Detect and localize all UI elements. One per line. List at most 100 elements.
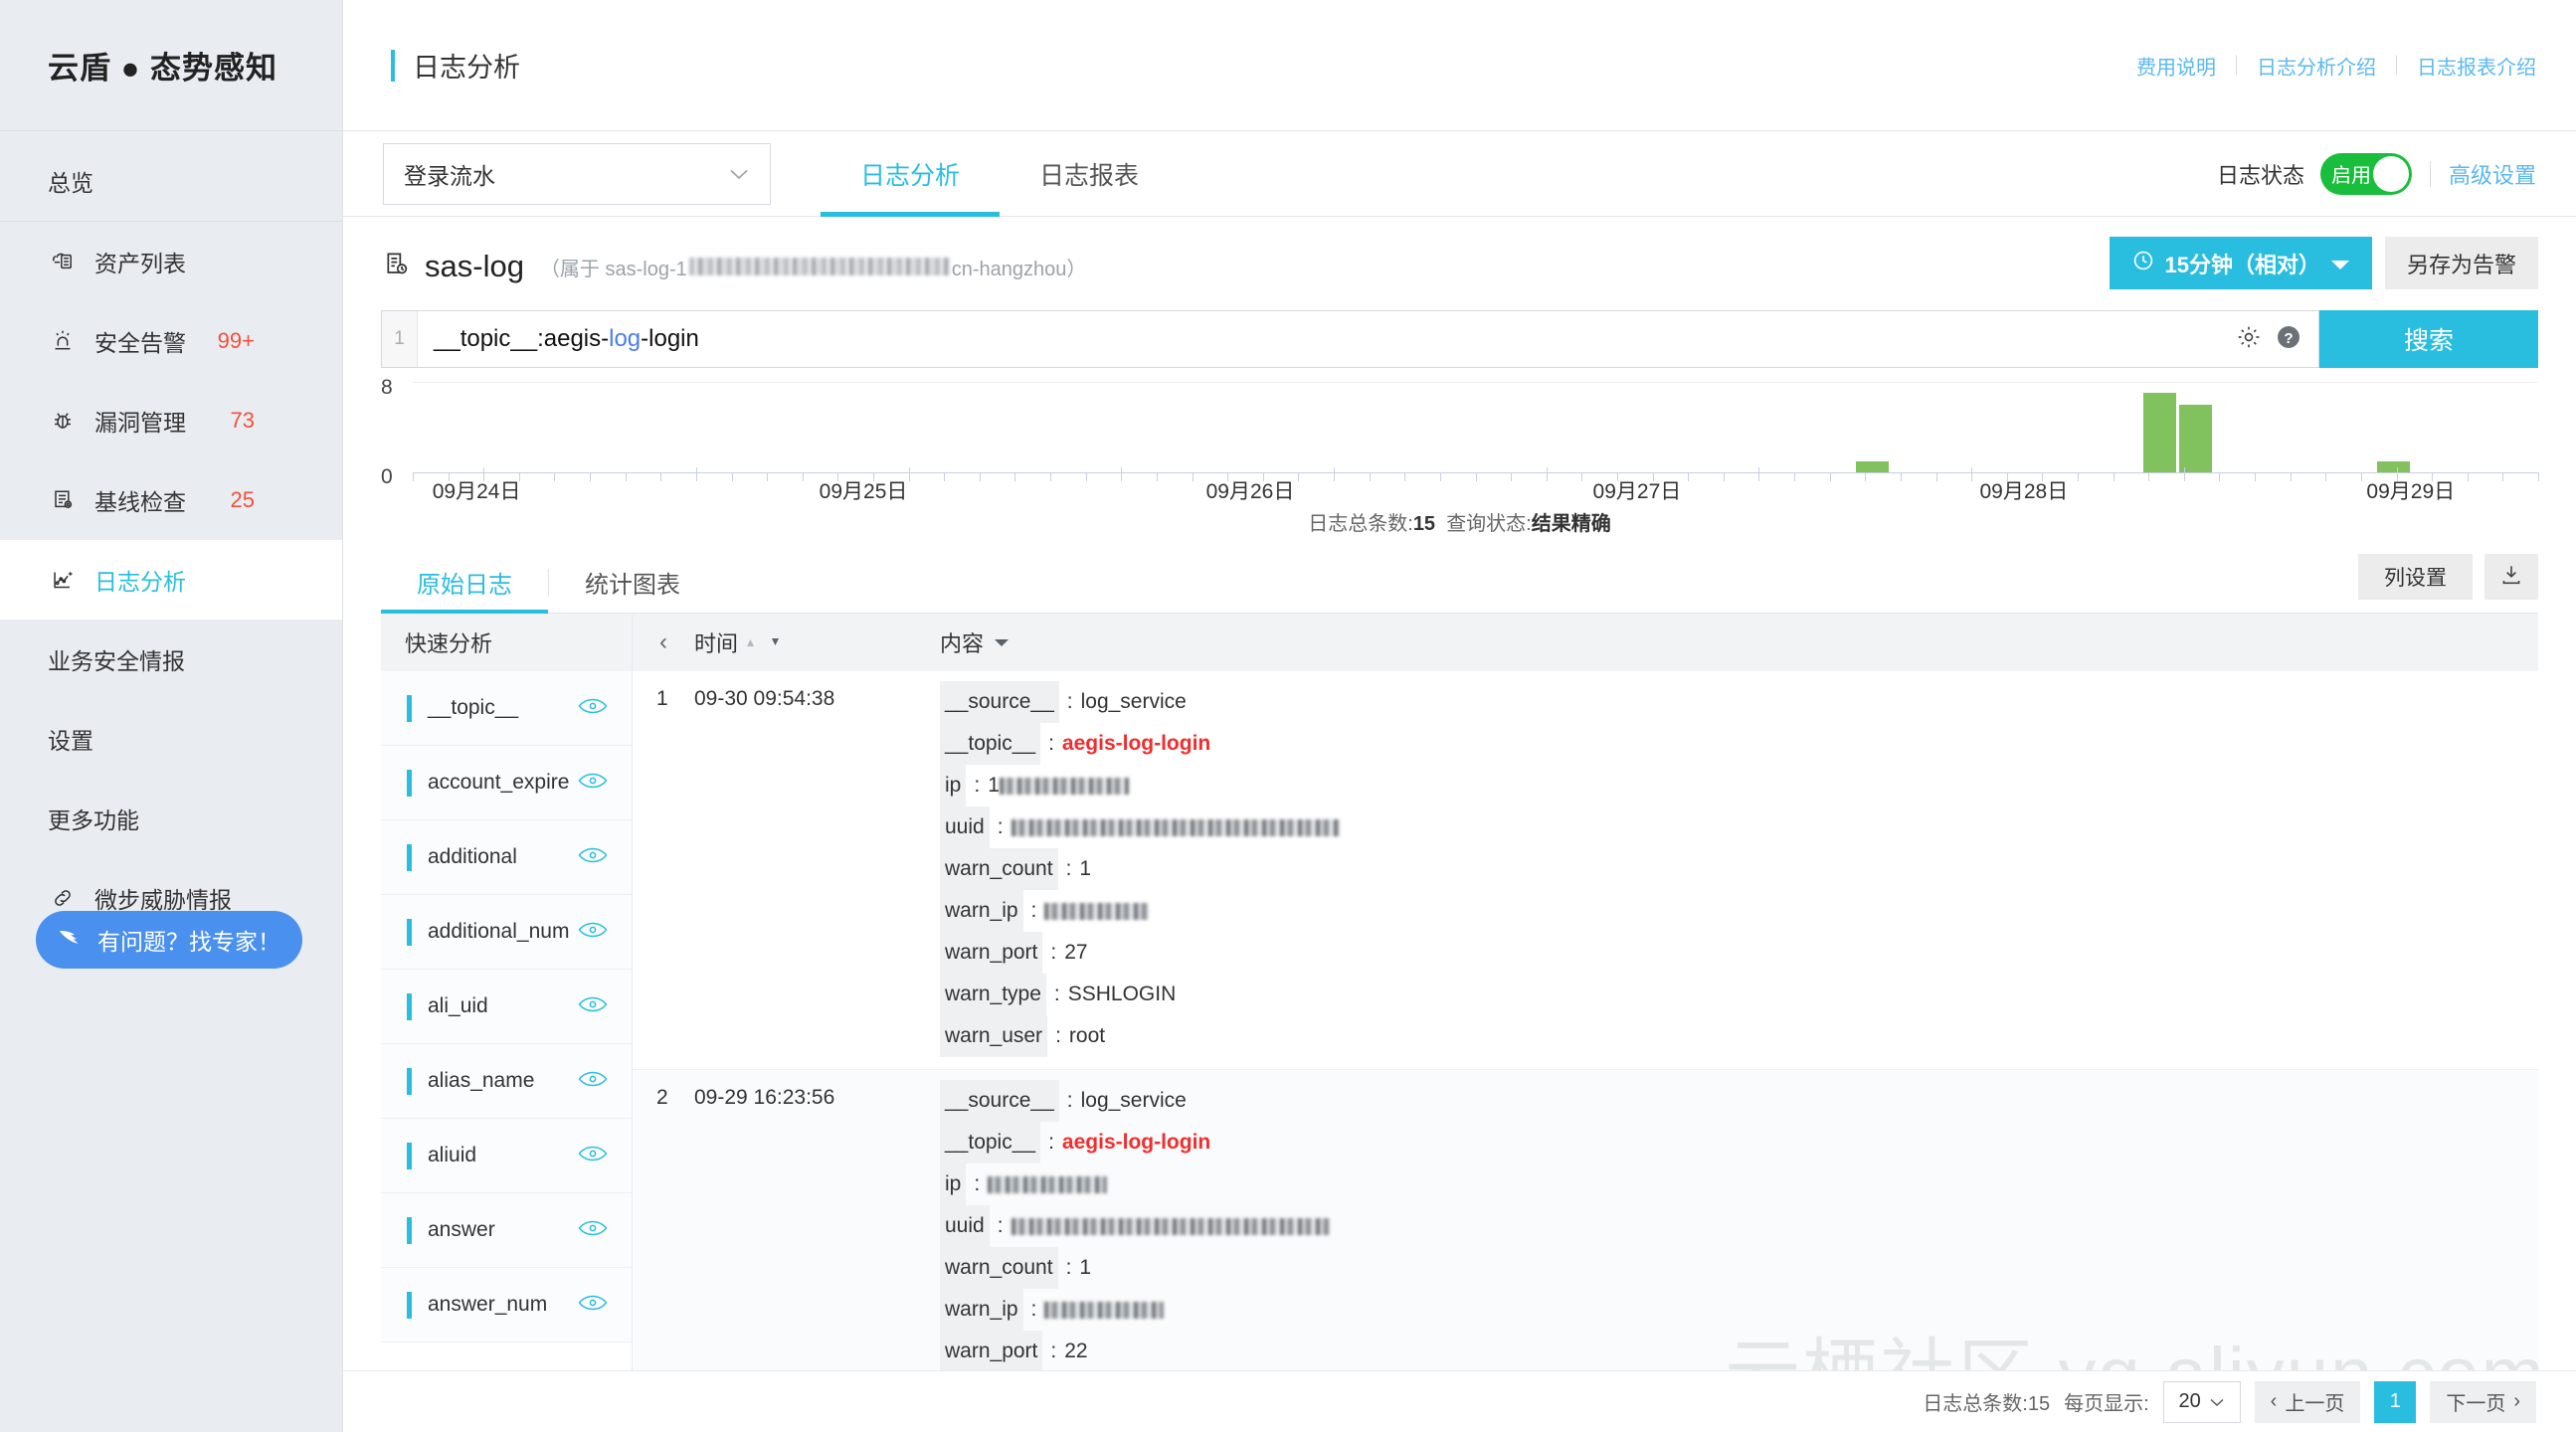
link-log-report-intro[interactable]: 日志报表介绍 (2417, 51, 2536, 80)
list-item[interactable]: additional (381, 820, 632, 895)
log-field-key[interactable]: warn_count (940, 848, 1058, 890)
histogram-plot[interactable] (413, 382, 2539, 481)
sidebar-item-label: 漏洞管理 (94, 410, 186, 436)
sidebar-item-alerts[interactable]: 安全告警 99+ (0, 301, 342, 381)
eye-icon[interactable] (578, 772, 608, 795)
table-header: ‹ 时间 内容 (633, 614, 2538, 671)
log-field-key[interactable]: __topic__ (940, 723, 1041, 765)
log-field-separator: : (997, 815, 1004, 838)
log-field-separator: : (997, 1214, 1004, 1237)
list-item[interactable]: account_expire (381, 746, 632, 820)
next-page-button[interactable]: 下一页 › (2430, 1380, 2536, 1423)
eye-icon[interactable] (578, 1219, 608, 1242)
eye-icon[interactable] (578, 697, 608, 720)
log-field-key[interactable]: warn_port (940, 1331, 1043, 1372)
column-header-content[interactable]: 内容 (918, 626, 1012, 658)
log-status-toggle[interactable]: 启用 (2319, 152, 2412, 195)
tab-log-analysis[interactable]: 日志分析 (821, 131, 1001, 217)
column-settings-button[interactable]: 列设置 (2358, 554, 2473, 600)
log-field: warn_ip: (940, 890, 2538, 932)
link-fee-description[interactable]: 费用说明 (2136, 51, 2216, 80)
log-field-key[interactable]: ip (940, 1164, 967, 1205)
column-header-time[interactable]: 时间 (694, 626, 918, 658)
save-as-alarm-button[interactable]: 另存为告警 (2384, 237, 2538, 289)
table-row[interactable]: 1 09-30 09:54:38 __source__: log_service __t… (633, 671, 2538, 1070)
logstore-selected-value: 登录流水 (404, 162, 495, 189)
log-field-key[interactable]: uuid (940, 1205, 990, 1247)
log-field-key[interactable]: uuid (940, 806, 990, 848)
eye-icon[interactable] (578, 995, 608, 1018)
list-item[interactable]: additional_num (381, 895, 632, 970)
title-accent-bar (391, 49, 395, 82)
sidebar-item-baseline-check[interactable]: 基线检查 25 (0, 460, 342, 540)
tab-log-report[interactable]: 日志报表 (1000, 131, 1179, 217)
prev-page-label: 上一页 (2285, 1393, 2345, 1415)
quick-analysis-field-label: additional_num (428, 920, 570, 943)
tab-raw-logs[interactable]: 原始日志 (381, 552, 548, 614)
log-field-key[interactable]: warn_ip (940, 890, 1023, 932)
eye-icon[interactable] (578, 1294, 608, 1317)
bird-icon (58, 924, 88, 956)
column-header-content-label: 内容 (940, 631, 985, 656)
log-field-value (988, 1164, 1108, 1204)
ask-expert-button[interactable]: 有问题？找专家！ (36, 911, 302, 969)
sort-arrows-icon[interactable] (746, 634, 780, 650)
divider (2429, 160, 2431, 187)
list-item[interactable]: __topic__ (381, 671, 632, 746)
sidebar: 云盾 ● 态势感知 总览 资产列表 安全告警 99+ 漏洞管理 73 基线检查 … (0, 0, 343, 1432)
sidebar-item-more-features[interactable]: 更多功能 (0, 779, 342, 858)
gear-icon[interactable] (2235, 323, 2263, 356)
sidebar-item-business-security[interactable]: 业务安全情报 (0, 620, 342, 699)
x-axis-tick-label: 09月25日 (819, 480, 908, 503)
help-icon[interactable]: ? (2275, 323, 2302, 356)
total-count-value: 15 (1412, 513, 1436, 535)
log-field-key[interactable]: __topic__ (940, 1122, 1041, 1164)
list-item[interactable]: ali_uid (381, 970, 632, 1044)
log-field-value (1044, 1290, 1165, 1330)
log-field-key[interactable]: warn_ip (940, 1289, 1023, 1331)
log-field-key[interactable]: ip (940, 765, 967, 806)
search-button[interactable]: 搜索 (2319, 310, 2538, 368)
log-field-key[interactable]: warn_type (940, 974, 1046, 1015)
quick-analysis-field-label: answer (428, 1218, 495, 1241)
sidebar-item-overview[interactable]: 总览 (0, 141, 342, 221)
page-number-1[interactable]: 1 (2374, 1380, 2417, 1423)
query-input[interactable]: __topic__:aegis-log-login (418, 325, 2235, 353)
sidebar-item-label: 基线检查 (94, 489, 186, 515)
log-field-key[interactable]: __source__ (940, 681, 1059, 723)
log-field-key[interactable]: warn_count (940, 1247, 1058, 1289)
sidebar-item-label: 微步威胁情报 (94, 887, 232, 913)
chevron-left-icon[interactable]: ‹ (633, 628, 694, 656)
sidebar-item-assets[interactable]: 资产列表 (0, 222, 342, 301)
query-editor[interactable]: 1 __topic__:aegis-log-login ? (381, 310, 2319, 368)
list-item[interactable]: aliuid (381, 1119, 632, 1193)
chart-box-icon (48, 565, 78, 595)
download-button[interactable] (2484, 554, 2538, 600)
log-field-key[interactable]: warn_port (940, 932, 1043, 974)
list-item[interactable]: answer (381, 1193, 632, 1268)
log-field-key[interactable]: warn_user (940, 1015, 1048, 1057)
link-log-analysis-intro[interactable]: 日志分析介绍 (2257, 51, 2376, 80)
time-range-button[interactable]: 15分钟（相对） (2109, 237, 2372, 289)
toggle-knob (2372, 155, 2409, 192)
list-item[interactable]: answer_num (381, 1268, 632, 1342)
advanced-settings-link[interactable]: 高级设置 (2449, 158, 2536, 190)
logstore-select[interactable]: 登录流水 (383, 142, 771, 205)
tab-statistics-chart[interactable]: 统计图表 (549, 552, 716, 613)
eye-icon[interactable] (578, 921, 608, 944)
sidebar-item-settings[interactable]: 设置 (0, 699, 342, 779)
chevron-down-icon[interactable] (992, 629, 1012, 655)
log-field-key[interactable]: __source__ (940, 1080, 1059, 1122)
column-settings-label: 列设置 (2384, 567, 2447, 590)
column-header-time-label: 时间 (694, 631, 739, 656)
field-accent-bar (407, 843, 412, 871)
prev-page-button[interactable]: ‹ 上一页 (2254, 1380, 2361, 1423)
sidebar-item-log-analysis[interactable]: 日志分析 (0, 540, 342, 620)
sidebar-item-vulnerabilities[interactable]: 漏洞管理 73 (0, 381, 342, 460)
eye-icon[interactable] (578, 846, 608, 869)
page-size-select[interactable]: 20 (2162, 1380, 2241, 1423)
list-item[interactable]: alias_name (381, 1044, 632, 1119)
eye-icon[interactable] (578, 1070, 608, 1093)
field-accent-bar (407, 918, 412, 946)
eye-icon[interactable] (578, 1145, 608, 1167)
